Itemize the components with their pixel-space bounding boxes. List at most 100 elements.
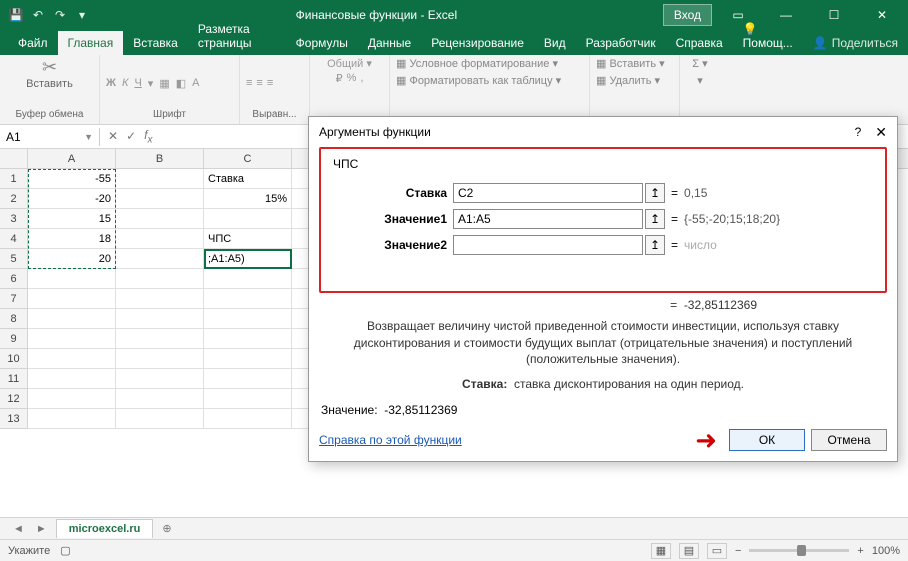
cell[interactable]: 18 xyxy=(28,229,116,249)
sheet-tab[interactable]: microexcel.ru xyxy=(56,519,154,538)
cell[interactable] xyxy=(116,309,204,329)
row-header[interactable]: 10 xyxy=(0,349,28,369)
argument-input[interactable] xyxy=(453,235,643,255)
currency-icon[interactable]: ₽ xyxy=(336,72,343,85)
border-icon[interactable]: ▦ xyxy=(159,77,169,90)
cell[interactable] xyxy=(28,349,116,369)
cell[interactable] xyxy=(116,329,204,349)
name-box[interactable]: A1▼ xyxy=(0,128,100,146)
cell[interactable] xyxy=(28,409,116,429)
cell[interactable] xyxy=(204,289,292,309)
sheet-nav-prev-icon[interactable]: ◄ xyxy=(10,523,27,535)
cell[interactable]: ЧПС xyxy=(204,229,292,249)
argument-input[interactable] xyxy=(453,209,643,229)
select-all-corner[interactable] xyxy=(0,149,28,168)
tab-insert[interactable]: Вставка xyxy=(123,31,188,55)
row-header[interactable]: 4 xyxy=(0,229,28,249)
row-header[interactable]: 1 xyxy=(0,169,28,189)
cell[interactable]: 15 xyxy=(28,209,116,229)
cell[interactable] xyxy=(116,249,204,269)
maximize-icon[interactable]: ☐ xyxy=(812,0,856,30)
cell[interactable] xyxy=(204,309,292,329)
cancel-button[interactable]: Отмена xyxy=(811,429,887,451)
bold-button[interactable]: Ж xyxy=(106,77,116,89)
cell[interactable] xyxy=(28,269,116,289)
comma-icon[interactable]: , xyxy=(360,72,363,85)
row-header[interactable]: 6 xyxy=(0,269,28,289)
tab-formulas[interactable]: Формулы xyxy=(286,31,358,55)
row-header[interactable]: 7 xyxy=(0,289,28,309)
cell[interactable] xyxy=(116,269,204,289)
cell[interactable] xyxy=(116,409,204,429)
enter-formula-icon[interactable]: ✓ xyxy=(126,129,136,143)
save-icon[interactable]: 💾 xyxy=(8,7,24,23)
underline-button[interactable]: Ч xyxy=(134,77,141,89)
dialog-help-icon[interactable]: ? xyxy=(855,125,862,139)
row-header[interactable]: 9 xyxy=(0,329,28,349)
ok-button[interactable]: ОК xyxy=(729,429,805,451)
tab-layout[interactable]: Разметка страницы xyxy=(188,17,286,55)
qat-more-icon[interactable]: ▾ xyxy=(74,7,90,23)
cell[interactable] xyxy=(116,369,204,389)
cell[interactable] xyxy=(116,189,204,209)
tab-file[interactable]: Файл xyxy=(8,31,58,55)
cell[interactable] xyxy=(28,289,116,309)
row-header[interactable]: 2 xyxy=(0,189,28,209)
cell[interactable]: 20 xyxy=(28,249,116,269)
cell[interactable] xyxy=(28,369,116,389)
fill-icon[interactable]: ◧ xyxy=(176,77,186,90)
percent-icon[interactable]: % xyxy=(347,72,357,85)
tab-home[interactable]: Главная xyxy=(58,31,124,55)
range-selector-icon[interactable]: ↥ xyxy=(645,209,665,229)
cell[interactable] xyxy=(28,329,116,349)
number-format[interactable]: Общий ▾ xyxy=(327,57,372,70)
tab-tellme[interactable]: 💡 Помощ... xyxy=(733,17,803,55)
col-header-B[interactable]: B xyxy=(116,149,204,168)
redo-icon[interactable]: ↷ xyxy=(52,7,68,23)
dialog-close-icon[interactable]: ✕ xyxy=(875,124,887,141)
cell[interactable] xyxy=(116,289,204,309)
tab-developer[interactable]: Разработчик xyxy=(576,31,666,55)
share-button[interactable]: 👤 Поделиться xyxy=(803,31,908,55)
align-right-icon[interactable]: ≡ xyxy=(267,77,273,89)
row-header[interactable]: 3 xyxy=(0,209,28,229)
tab-review[interactable]: Рецензирование xyxy=(421,31,534,55)
cell[interactable] xyxy=(204,269,292,289)
col-header-A[interactable]: A xyxy=(28,149,116,168)
view-pagelayout-icon[interactable]: ▤ xyxy=(679,543,699,559)
align-left-icon[interactable]: ≡ xyxy=(246,77,252,89)
function-help-link[interactable]: Справка по этой функции xyxy=(319,433,462,447)
sheet-nav-next-icon[interactable]: ► xyxy=(33,523,50,535)
cell[interactable]: 15% xyxy=(204,189,292,209)
undo-icon[interactable]: ↶ xyxy=(30,7,46,23)
cell[interactable]: -20 xyxy=(28,189,116,209)
cell[interactable]: ;A1:A5) xyxy=(204,249,292,269)
cell[interactable] xyxy=(204,369,292,389)
cell[interactable]: -55 xyxy=(28,169,116,189)
row-header[interactable]: 13 xyxy=(0,409,28,429)
cut-icon[interactable]: ✂ xyxy=(42,57,57,78)
fx-icon[interactable]: fx xyxy=(144,128,152,145)
new-sheet-icon[interactable]: ⊕ xyxy=(159,522,174,535)
range-selector-icon[interactable]: ↥ xyxy=(645,235,665,255)
tab-data[interactable]: Данные xyxy=(358,31,421,55)
view-pagebreak-icon[interactable]: ▭ xyxy=(707,543,727,559)
zoom-slider[interactable] xyxy=(749,549,849,552)
row-header[interactable]: 8 xyxy=(0,309,28,329)
font-color-icon[interactable]: A xyxy=(192,77,199,89)
cell[interactable] xyxy=(204,409,292,429)
cell[interactable] xyxy=(204,329,292,349)
delete-cells-button[interactable]: ▦ Удалить ▾ xyxy=(596,74,660,87)
cell[interactable] xyxy=(116,349,204,369)
align-center-icon[interactable]: ≡ xyxy=(256,77,262,89)
cell[interactable] xyxy=(204,209,292,229)
close-icon[interactable]: ✕ xyxy=(860,0,904,30)
view-normal-icon[interactable]: ▦ xyxy=(651,543,671,559)
zoom-in-icon[interactable]: + xyxy=(857,545,863,557)
fill-down-icon[interactable]: ▾ xyxy=(697,74,703,87)
cell[interactable] xyxy=(116,229,204,249)
argument-input[interactable] xyxy=(453,183,643,203)
cell[interactable] xyxy=(204,389,292,409)
cell[interactable] xyxy=(116,169,204,189)
row-header[interactable]: 5 xyxy=(0,249,28,269)
